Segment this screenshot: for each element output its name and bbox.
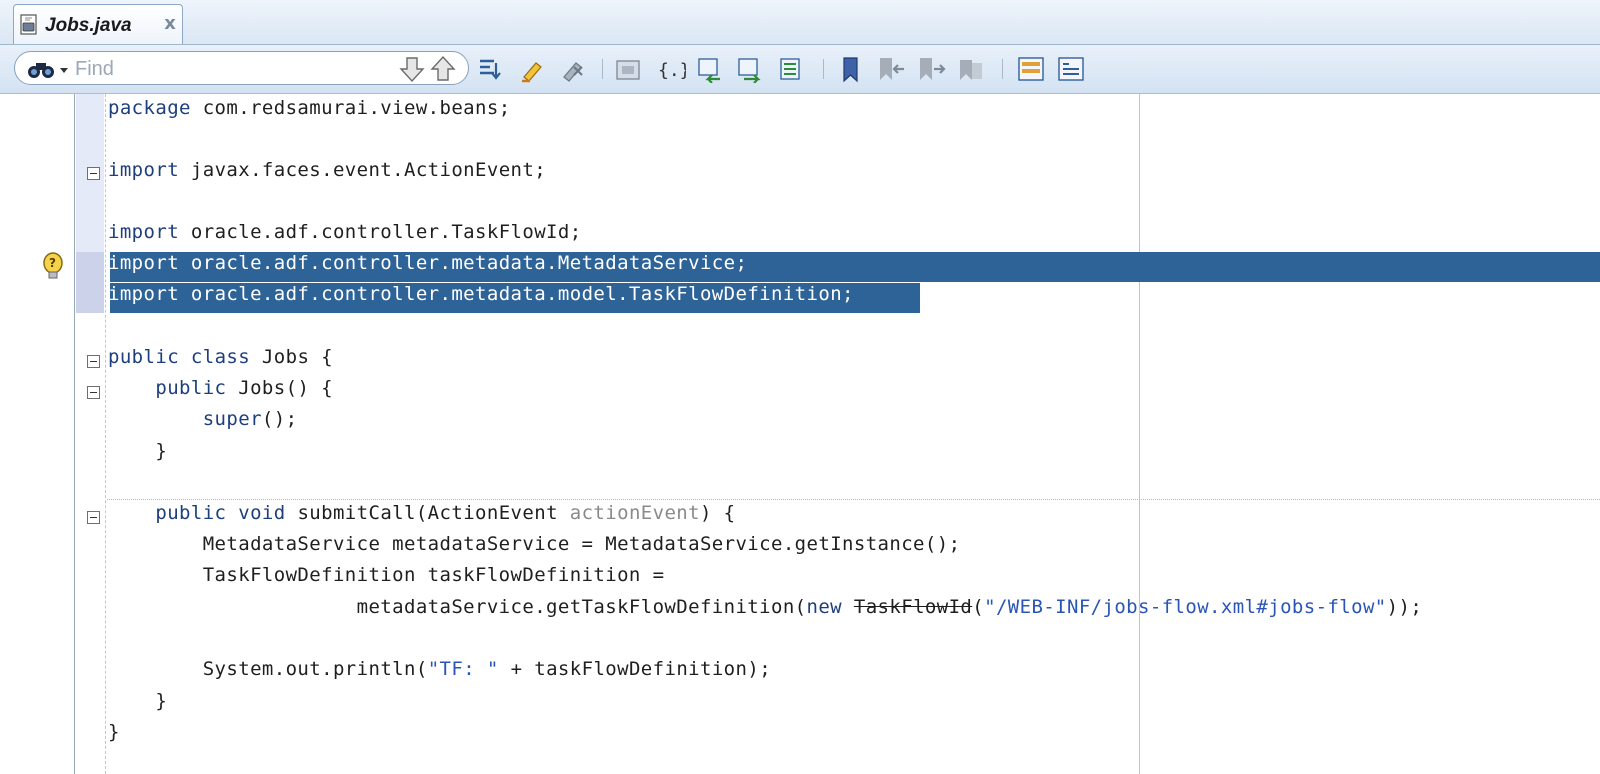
next-bookmark-icon[interactable] bbox=[916, 55, 946, 83]
find-input[interactable] bbox=[73, 56, 407, 82]
match-braces-icon[interactable]: {.} bbox=[656, 55, 686, 83]
tab-jobs-java[interactable]: Jobs.java x bbox=[13, 4, 183, 44]
svg-text:?: ? bbox=[49, 256, 56, 270]
code-line[interactable]: import javax.faces.event.ActionEvent; bbox=[108, 159, 546, 190]
fold-toggle-method[interactable] bbox=[87, 511, 100, 524]
toggle-comment-icon[interactable] bbox=[778, 55, 808, 83]
code-line-selected[interactable]: import oracle.adf.controller.metadata.Me… bbox=[108, 252, 747, 283]
selected-fold-region bbox=[76, 252, 104, 313]
line-gutter bbox=[0, 94, 74, 774]
code-editor[interactable]: ? package com.redsamurai.view.beans; imp… bbox=[0, 94, 1600, 774]
clear-bookmarks-icon[interactable] bbox=[956, 55, 986, 83]
code-line[interactable]: public class Jobs { bbox=[108, 346, 333, 377]
previous-bookmark-icon[interactable] bbox=[876, 55, 906, 83]
fold-toggle-class[interactable] bbox=[87, 355, 100, 368]
code-line-selected[interactable]: import oracle.adf.controller.metadata.mo… bbox=[108, 283, 854, 314]
find-box bbox=[14, 51, 469, 85]
clear-highlight-icon[interactable] bbox=[558, 55, 588, 83]
previous-edit-icon[interactable] bbox=[696, 55, 726, 83]
find-previous-icon[interactable] bbox=[429, 55, 457, 83]
code-line[interactable]: } bbox=[108, 440, 167, 471]
toolbar-separator bbox=[602, 59, 603, 79]
properties-icon[interactable] bbox=[1056, 55, 1086, 83]
code-line[interactable]: System.out.println("TF: " + taskFlowDefi… bbox=[108, 658, 771, 689]
fold-toggle-imports[interactable] bbox=[87, 167, 100, 180]
toggle-bookmark-icon[interactable] bbox=[836, 55, 866, 83]
surround-with-icon[interactable] bbox=[614, 55, 644, 83]
code-line[interactable]: super(); bbox=[108, 408, 297, 439]
code-line[interactable]: } bbox=[108, 690, 167, 721]
toolbar-separator bbox=[823, 59, 824, 79]
code-line[interactable]: public void submitCall(ActionEvent actio… bbox=[108, 502, 736, 533]
next-edit-icon[interactable] bbox=[736, 55, 766, 83]
java-file-icon bbox=[20, 14, 37, 35]
fold-toggle-constructor[interactable] bbox=[87, 386, 100, 399]
code-line[interactable]: import oracle.adf.controller.TaskFlowId; bbox=[108, 221, 582, 252]
toggle-highlight-icon[interactable] bbox=[476, 55, 506, 83]
code-line[interactable]: } bbox=[108, 721, 120, 752]
find-next-icon[interactable] bbox=[398, 55, 426, 83]
split-editor-icon[interactable] bbox=[1016, 55, 1046, 83]
code-line[interactable]: MetadataService metadataService = Metada… bbox=[108, 533, 960, 564]
code-line[interactable]: public Jobs() { bbox=[108, 377, 333, 408]
toolbar-separator bbox=[1002, 59, 1003, 79]
tab-title: Jobs.java bbox=[45, 15, 132, 36]
svg-text:{.}: {.} bbox=[658, 60, 686, 81]
editor-tab-bar: Jobs.java x bbox=[0, 0, 1600, 45]
binoculars-dropdown-icon[interactable] bbox=[27, 58, 71, 80]
close-tab-icon[interactable]: x bbox=[160, 13, 180, 35]
right-margin-line bbox=[1139, 94, 1140, 774]
code-line[interactable]: TaskFlowDefinition taskFlowDefinition = bbox=[108, 564, 664, 595]
method-separator bbox=[107, 499, 1600, 500]
fold-guide-line bbox=[105, 94, 106, 774]
code-line[interactable]: metadataService.getTaskFlowDefinition(ne… bbox=[108, 596, 1422, 627]
editor-toolbar: {.} bbox=[0, 45, 1600, 94]
highlight-icon[interactable] bbox=[518, 55, 548, 83]
code-line[interactable]: package com.redsamurai.view.beans; bbox=[108, 97, 511, 128]
lightbulb-icon[interactable]: ? bbox=[41, 252, 65, 282]
